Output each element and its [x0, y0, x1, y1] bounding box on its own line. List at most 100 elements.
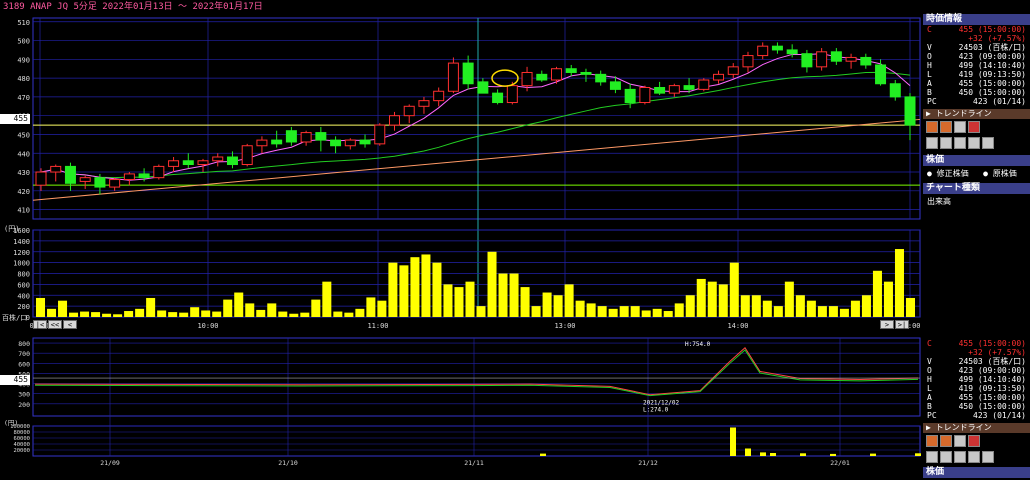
candle-body — [875, 64, 887, 85]
delete-icon[interactable] — [968, 121, 980, 133]
info-key: L — [927, 70, 932, 79]
lower-info-value: 419 (09:13:50) — [958, 384, 1026, 393]
info-value: 419 (09:13:50) — [958, 70, 1026, 79]
lower-fibonacci-icon[interactable] — [954, 435, 966, 447]
info-row: H 499 (14:10:40) — [923, 61, 1030, 70]
intraday-candlestick-chart[interactable]: 410420430440450460470480490500510(円)09:0… — [0, 14, 923, 332]
fibonacci-icon[interactable] — [954, 121, 966, 133]
settings-icon[interactable] — [982, 137, 994, 149]
price-info-rows: C 455 (15:00:00) +32 (+7.57%) V 24503 (百株/口)… — [923, 25, 1030, 106]
candle-body — [300, 132, 312, 143]
volume-bar — [861, 295, 871, 317]
nav-back-button[interactable]: < — [63, 320, 77, 329]
candle-body — [757, 45, 769, 57]
candle-body — [624, 88, 636, 104]
lower-draw-line-icon[interactable] — [926, 435, 938, 447]
volume-bar — [432, 262, 442, 317]
lower-info-key: V — [927, 357, 932, 366]
overview-volume-tick: 100000 — [10, 424, 30, 430]
pointer-icon[interactable] — [926, 137, 938, 149]
price-tick-label: 450 — [17, 131, 30, 139]
volume-tick-label: 1200 — [13, 249, 30, 257]
overview-high-annotation: H:754.0 — [685, 341, 711, 348]
radio-original[interactable]: ● 原株価 — [983, 169, 1017, 178]
price-info-heading: 時価情報 — [923, 14, 1030, 25]
overview-volume-tick: 20000 — [13, 448, 30, 454]
lower-info-key — [923, 348, 947, 357]
candle-body — [727, 66, 739, 75]
lower-info-key: H — [927, 375, 932, 384]
paste-icon[interactable] — [954, 137, 966, 149]
volume-bar — [894, 249, 904, 317]
volume-bar — [641, 310, 651, 317]
candle-body — [786, 49, 798, 55]
volume-bar — [850, 300, 860, 317]
volume-bar — [828, 306, 838, 317]
lower-pointer-icon[interactable] — [926, 451, 938, 463]
lower-current-price-tag: 455 — [0, 375, 30, 385]
nav-last-button[interactable]: >| — [895, 320, 909, 329]
candle-body — [845, 56, 857, 62]
volume-bar — [520, 287, 530, 317]
candle-body — [639, 87, 651, 104]
copy-icon[interactable] — [940, 137, 952, 149]
lower-trendline-heading[interactable]: ▶ トレンドライン — [923, 423, 1030, 433]
candle-body — [889, 83, 901, 98]
volume-bar — [102, 313, 112, 317]
volume-bar — [355, 308, 365, 317]
trendline-heading[interactable]: ▶ トレンドライン — [923, 109, 1030, 119]
nav-first-button[interactable]: |< — [33, 320, 47, 329]
lower-info-row: O 423 (09:00:00) — [923, 366, 1030, 375]
volume-bar — [234, 292, 244, 317]
info-key: O — [927, 52, 932, 61]
volume-tick-label: 1000 — [13, 260, 30, 268]
horizontal-line-icon[interactable] — [940, 121, 952, 133]
candle-body — [271, 139, 283, 145]
volume-bar — [509, 273, 519, 317]
stock-radio-group: ● 修正株価 ● 原株価 — [923, 166, 1030, 181]
nav-back-far-button[interactable]: << — [48, 320, 62, 329]
lower-paste-icon[interactable] — [954, 451, 966, 463]
lower-info-value: 423 (01/14) — [973, 411, 1026, 420]
info-row: L 419 (09:13:50) — [923, 70, 1030, 79]
lower-info-key: O — [927, 366, 932, 375]
lower-horizontal-line-icon[interactable] — [940, 435, 952, 447]
daily-overview-chart[interactable]: 200300400500600700800(円)21/0921/1021/112… — [0, 334, 923, 480]
lower-price-info-panel: C 455 (15:00:00) +32 (+7.57%) V 24503 (百株/口)… — [923, 334, 1030, 480]
overview-volume-bar — [830, 453, 836, 456]
volume-tick-label: 1400 — [13, 238, 30, 246]
volume-bar — [245, 303, 255, 317]
time-tick-label: 14:00 — [727, 322, 748, 330]
draw-line-icon[interactable] — [926, 121, 938, 133]
price-tick-label: 430 — [17, 169, 30, 177]
info-row: +32 (+7.57%) — [923, 34, 1030, 43]
trendline-label: トレンドライン — [935, 109, 992, 118]
candle-body — [94, 177, 106, 188]
lower-copy-icon[interactable] — [940, 451, 952, 463]
lower-info-row: C 455 (15:00:00) — [923, 339, 1030, 348]
overview-volume-bar — [730, 427, 736, 456]
candle — [816, 48, 828, 71]
chart-type-heading: チャート種類 — [923, 183, 1030, 194]
lower-document-icon[interactable] — [968, 451, 980, 463]
overview-volume-area — [32, 425, 921, 457]
radio-adjusted[interactable]: ● 修正株価 — [927, 169, 969, 178]
lower-delete-icon[interactable] — [968, 435, 980, 447]
info-row: A 455 (15:00:00) — [923, 79, 1030, 88]
chart-type-value[interactable]: 出来高 — [923, 194, 1030, 209]
candle-body — [388, 115, 400, 126]
document-icon[interactable] — [968, 137, 980, 149]
candle-body — [241, 145, 253, 166]
volume-bar — [652, 308, 662, 317]
nav-forward-button[interactable]: > — [880, 320, 894, 329]
candle-body — [609, 81, 621, 90]
price-tick-label: 440 — [17, 150, 30, 158]
overview-volume-bar — [915, 453, 921, 456]
lower-settings-icon[interactable] — [982, 451, 994, 463]
lower-info-key: A — [927, 393, 932, 402]
candle-body — [860, 56, 872, 66]
time-tick-label: 11:00 — [367, 322, 388, 330]
volume-bar — [267, 303, 277, 317]
volume-bar — [718, 284, 728, 317]
volume-bar — [839, 308, 849, 317]
